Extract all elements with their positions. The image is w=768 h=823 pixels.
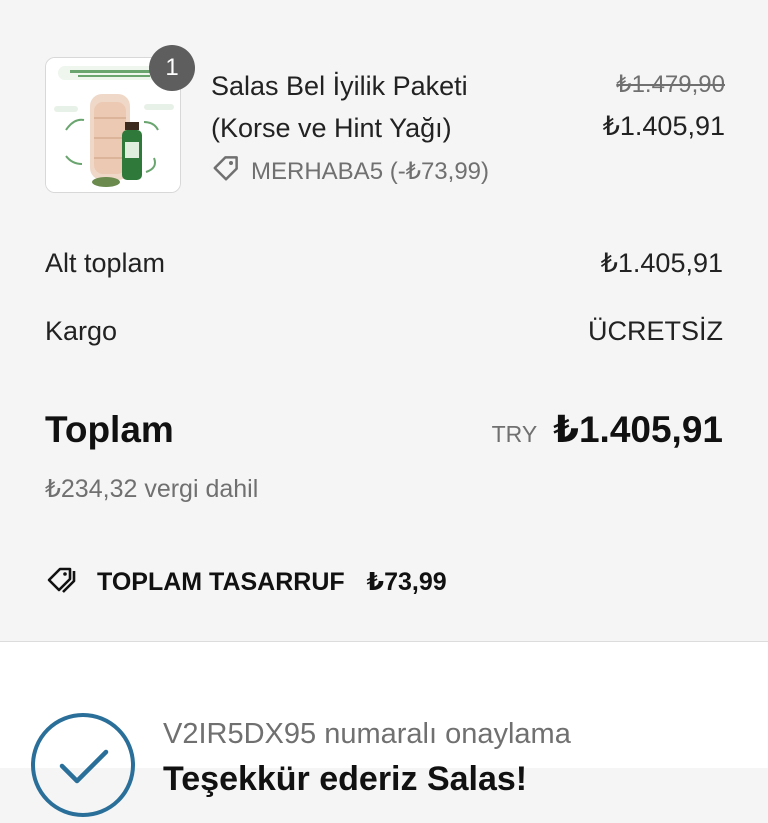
double-tag-icon bbox=[45, 562, 83, 603]
savings-label: TOPLAM TASARRUF bbox=[97, 567, 345, 596]
product-title-line-1: Salas Bel İyilik Paketi bbox=[211, 71, 468, 101]
subtotal-value: ₺1.405,91 bbox=[600, 248, 723, 278]
subtotal-row: Alt toplam ₺1.405,91 bbox=[45, 248, 723, 279]
product-prices: ₺1.479,90 ₺1.405,91 bbox=[603, 69, 725, 151]
discounted-price: ₺1.405,91 bbox=[602, 111, 725, 141]
line-item: 1 Salas Bel İyilik Paketi (Korse ve Hint… bbox=[45, 45, 725, 197]
shipping-label: Kargo bbox=[45, 316, 118, 346]
tag-icon bbox=[211, 153, 241, 190]
original-price: ₺1.479,90 bbox=[616, 71, 725, 98]
total-row: Toplam TRY ₺1.405,91 bbox=[45, 408, 723, 451]
shipping-value: ÜCRETSİZ bbox=[588, 316, 723, 346]
check-circle-icon bbox=[30, 712, 136, 818]
savings-value: ₺73,99 bbox=[366, 568, 447, 596]
tax-note: ₺234,32 vergi dahil bbox=[45, 475, 259, 503]
quantity-badge: 1 bbox=[149, 45, 195, 91]
confirmation-number: V2IR5DX95 numaralı onaylama bbox=[163, 718, 571, 750]
product-title: Salas Bel İyilik Paketi (Korse ve Hint Y… bbox=[211, 65, 541, 149]
order-summary: 1 Salas Bel İyilik Paketi (Korse ve Hint… bbox=[0, 0, 768, 641]
total-savings: TOPLAM TASARRUF ₺73,99 bbox=[45, 560, 447, 604]
product-title-line-2: (Korse ve Hint Yağı) bbox=[211, 113, 452, 143]
confirmation-title: Teşekkür ederiz Salas! bbox=[163, 760, 528, 798]
total-amount: TRY ₺1.405,91 bbox=[492, 408, 723, 451]
total-value: ₺1.405,91 bbox=[553, 409, 723, 450]
discount-label: MERHABA5 (-₺73,99) bbox=[251, 157, 490, 185]
confirmation-section: V2IR5DX95 numaralı onaylama Teşekkür ede… bbox=[0, 642, 768, 817]
total-label: Toplam bbox=[45, 408, 174, 450]
shipping-row: Kargo ÜCRETSİZ bbox=[45, 316, 723, 347]
discount-code: MERHABA5 (-₺73,99) bbox=[211, 153, 489, 189]
currency-code: TRY bbox=[491, 421, 538, 447]
subtotal-label: Alt toplam bbox=[45, 248, 166, 278]
